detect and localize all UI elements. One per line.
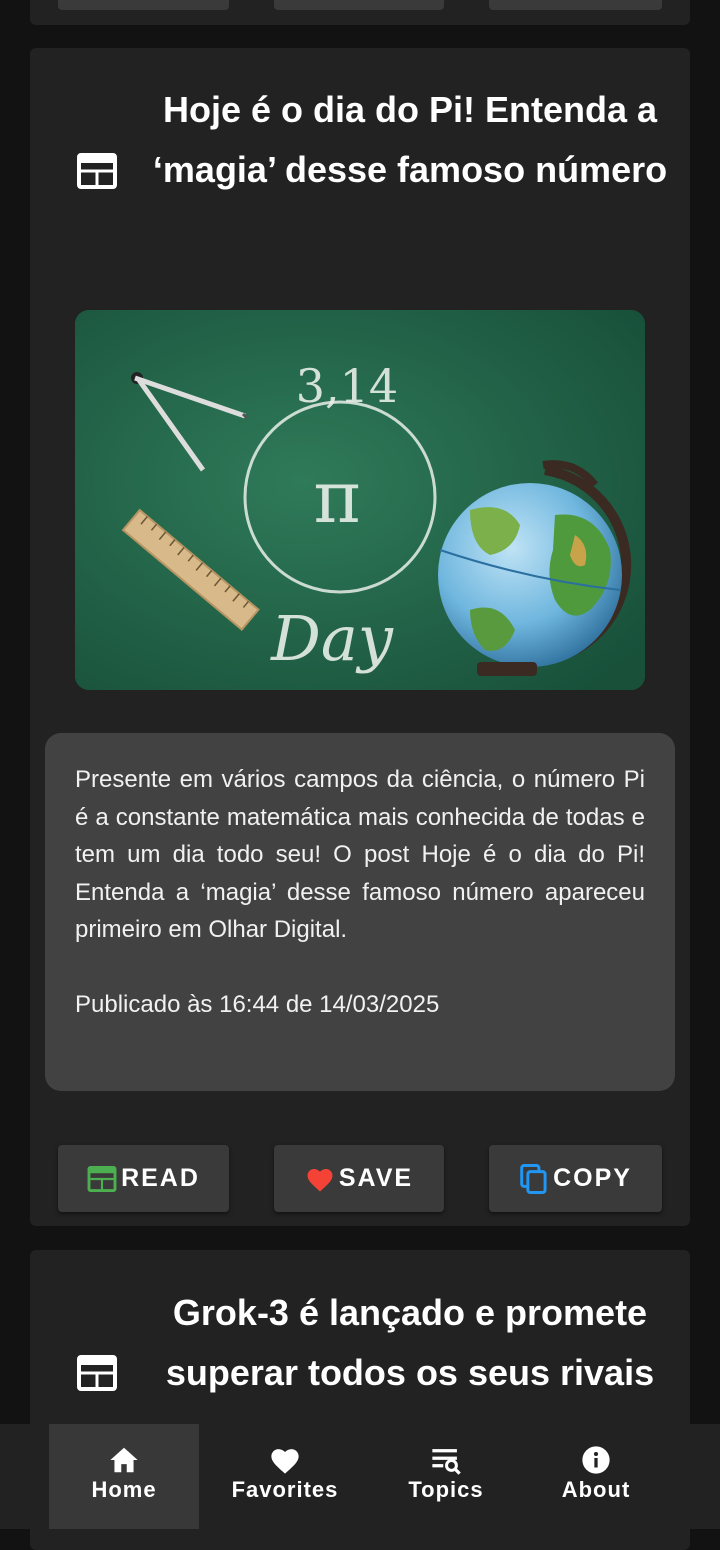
nav-item-favorites[interactable]: Favorites [199, 1424, 371, 1529]
home-icon [110, 1447, 138, 1473]
previous-read-button[interactable] [58, 0, 229, 10]
previous-save-button[interactable] [274, 0, 444, 10]
read-button[interactable]: READ [58, 1145, 229, 1212]
article-title[interactable]: Hoje é o dia do Pi! Entenda a ‘magia’ de… [150, 80, 670, 200]
chalk-day-word: Day [270, 602, 394, 675]
article-card: Hoje é o dia do Pi! Entenda a ‘magia’ de… [30, 48, 690, 1226]
copy-button-label: COPY [553, 1164, 632, 1192]
heart-icon [271, 1449, 299, 1474]
article-title[interactable]: Grok-3 é lançado e promete superar todos… [150, 1283, 670, 1403]
nav-label-about: About [561, 1477, 631, 1502]
nav-label-home: Home [91, 1477, 157, 1502]
info-icon [582, 1446, 610, 1474]
chalk-pi-symbol: π [313, 455, 360, 539]
article-published-date: Publicado às 16:44 de 14/03/2025 [75, 990, 440, 1018]
article-image[interactable]: 3,14 π Day [75, 310, 645, 690]
pi-day-chalkboard-image: 3,14 π Day [75, 310, 645, 690]
nav-item-about[interactable]: About [521, 1424, 671, 1529]
copy-icon [520, 1163, 547, 1194]
nav-item-home[interactable]: Home [49, 1424, 199, 1529]
topics-search-icon [432, 1449, 461, 1475]
read-newspaper-icon [87, 1165, 117, 1192]
nav-item-topics[interactable]: Topics [371, 1424, 521, 1529]
read-button-label: READ [121, 1164, 200, 1192]
newspaper-icon [77, 153, 117, 189]
save-button[interactable]: SAVE [274, 1145, 444, 1212]
previous-article-card [30, 0, 690, 25]
save-button-label: SAVE [338, 1164, 414, 1192]
newspaper-icon [77, 1355, 117, 1391]
copy-button[interactable]: COPY [489, 1145, 662, 1212]
article-description-box: Presente em vários campos da ciência, o … [45, 733, 675, 1091]
heart-icon [307, 1168, 333, 1191]
article-description: Presente em vários campos da ciência, o … [75, 766, 645, 944]
nav-label-topics: Topics [408, 1477, 484, 1502]
previous-copy-button[interactable] [489, 0, 662, 10]
nav-label-favorites: Favorites [231, 1477, 339, 1502]
chalk-number: 3,14 [296, 359, 398, 413]
bottom-navigation: Home Favorites Topics About [0, 1424, 720, 1529]
